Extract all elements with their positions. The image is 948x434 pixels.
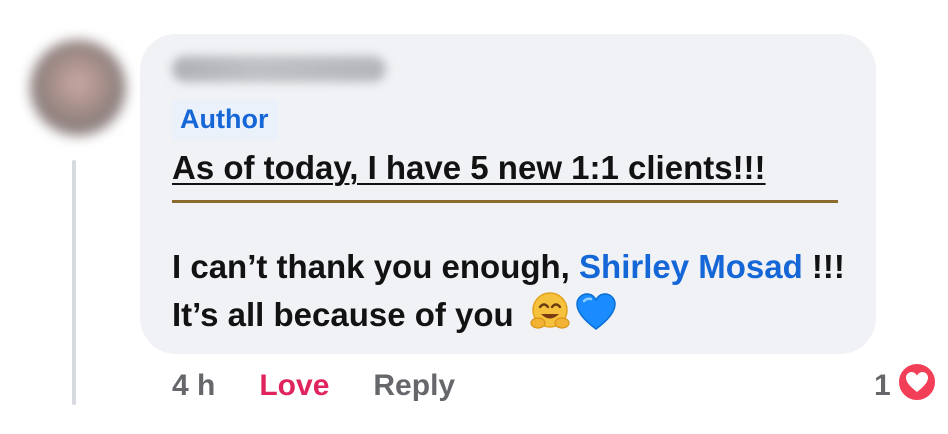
avatar[interactable]	[30, 40, 126, 136]
comment-actions: 4 h Love Reply	[172, 364, 455, 408]
message-text-start: I can’t thank you enough,	[172, 248, 580, 285]
headline-underline	[172, 200, 838, 203]
thread-line	[72, 160, 76, 405]
comment-frame: Author As of today, I have 5 new 1:1 cli…	[0, 0, 948, 434]
reaction-summary[interactable]: 1	[874, 362, 937, 410]
reaction-count: 1	[874, 369, 891, 402]
author-badge: Author	[172, 100, 279, 140]
author-name-blurred[interactable]	[172, 56, 386, 82]
comment-message: I can’t thank you enough, Shirley Mosad …	[172, 244, 862, 344]
comment-headline: As of today, I have 5 new 1:1 clients!!!	[172, 149, 766, 186]
love-reaction-icon	[896, 362, 937, 410]
love-button[interactable]: Love	[259, 366, 329, 406]
mention-link[interactable]: Shirley Mosad	[579, 248, 803, 285]
comment-timestamp[interactable]: 4 h	[172, 366, 215, 406]
hugging-face-emoji-icon	[529, 290, 571, 344]
reply-button[interactable]: Reply	[373, 366, 455, 406]
blue-heart-emoji-icon	[575, 292, 617, 344]
